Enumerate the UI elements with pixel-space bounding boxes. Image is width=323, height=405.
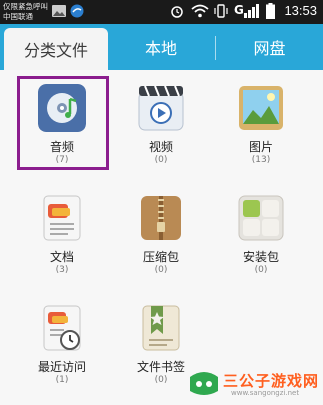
carrier-info: 仅限紧急呼叫 中国联通 (3, 2, 48, 22)
apk-icon (238, 195, 284, 241)
category-documents[interactable]: 文档 (3) (14, 180, 110, 280)
category-label: 压缩包 (142, 250, 179, 264)
category-apk[interactable]: 安装包 (0) (213, 180, 309, 280)
category-count: (1) (55, 375, 69, 385)
category-label: 最近访问 (37, 360, 86, 374)
tab-cloud[interactable]: 网盘 (216, 24, 323, 70)
network-type-label: G (234, 3, 244, 17)
carrier-line1: 仅限紧急呼叫 (3, 2, 48, 11)
alarm-icon (171, 6, 183, 18)
image-icon (239, 86, 283, 130)
archive-icon (141, 196, 181, 240)
recent-icon (43, 305, 81, 351)
watermark: 三公子游戏网 www.sangongzi.net (187, 369, 319, 401)
status-bar: 仅限紧急呼叫 中国联通 G 13:53 (0, 0, 323, 24)
tab-categories[interactable]: 分类文件 (4, 28, 108, 70)
battery-icon (266, 3, 275, 19)
signal-icon (244, 4, 259, 18)
category-label: 图片 (248, 140, 273, 154)
category-label: 视频 (148, 140, 173, 154)
category-recent[interactable]: 最近访问 (1) (14, 290, 110, 390)
tab-local[interactable]: 本地 (112, 24, 210, 70)
category-video[interactable]: 视频 (0) (113, 70, 209, 170)
vibrate-icon (214, 4, 228, 18)
category-images[interactable]: 图片 (13) (213, 70, 309, 170)
browser-notification-icon (70, 4, 84, 18)
category-count: (0) (154, 155, 168, 165)
video-icon (138, 85, 184, 131)
carrier-line2: 中国联通 (3, 12, 33, 21)
bookmark-icon (142, 305, 180, 351)
tab-bar: 分类文件 本地 网盘 (0, 24, 323, 70)
category-label: 文档 (49, 250, 74, 264)
clock: 13:53 (284, 3, 317, 18)
selection-highlight (17, 76, 109, 170)
watermark-logo-icon (190, 372, 218, 395)
category-archives[interactable]: 压缩包 (0) (113, 180, 209, 280)
category-count: (13) (251, 155, 271, 165)
watermark-brand: 三公子游戏网 (223, 372, 320, 390)
watermark-url: www.sangongzi.net (231, 389, 300, 397)
category-count: (0) (154, 265, 168, 275)
category-count: (0) (254, 265, 268, 275)
category-label: 安装包 (242, 250, 279, 264)
category-count: (3) (55, 265, 69, 275)
document-icon (43, 195, 81, 241)
wifi-icon (191, 4, 209, 18)
gallery-notification-icon (52, 5, 66, 17)
